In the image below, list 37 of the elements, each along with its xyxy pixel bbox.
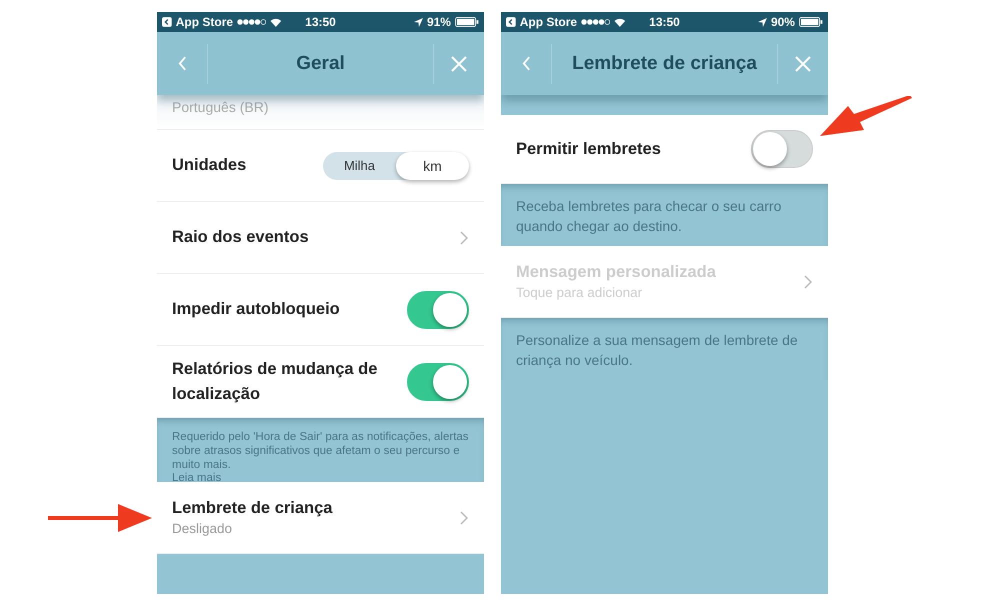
row-label: Permitir lembretes xyxy=(516,138,661,160)
segment-option[interactable]: Milha xyxy=(323,152,396,180)
battery-percent: 91% xyxy=(426,15,451,29)
screen-title: Geral xyxy=(295,52,346,74)
status-time: 13:50 xyxy=(305,15,336,29)
battery-icon xyxy=(798,17,823,27)
toggle-switch[interactable] xyxy=(407,362,469,400)
row-label: Impedir autobloqueio xyxy=(172,299,340,320)
location-icon xyxy=(758,18,767,26)
toggle-switch[interactable] xyxy=(407,290,469,328)
location-icon xyxy=(414,18,423,26)
wifi-icon xyxy=(614,18,626,26)
row-label: Relatórios de mudança de localização xyxy=(172,358,378,404)
back-app-label[interactable]: App Store xyxy=(176,15,234,29)
wifi-icon xyxy=(270,18,282,26)
back-app-label[interactable]: App Store xyxy=(520,15,578,29)
status-time: 13:50 xyxy=(649,15,680,29)
settings-row[interactable]: Lembrete de criança Desligado xyxy=(157,482,484,554)
segment-option[interactable]: km xyxy=(396,152,469,180)
chevron-icon xyxy=(460,230,468,244)
toggle-switch[interactable] xyxy=(751,130,813,168)
footer-note: Receba lembretes para checar o seu carro quando chegar ao destino. xyxy=(516,197,782,236)
battery-percent: 90% xyxy=(770,15,795,29)
row-label: Raio dos eventos xyxy=(172,228,309,247)
row-subtitle: Desligado xyxy=(172,521,234,536)
signal-icon xyxy=(237,19,266,25)
footer-note: Requerido pelo 'Hora de Sair' para as notificações, alertas sobre atrasos significativos que afetam o seu percurso e muito mais. xyxy=(172,430,469,472)
settings-row[interactable]: Raio dos eventos xyxy=(157,202,484,274)
chevron-icon xyxy=(804,274,812,288)
row-label: Lembrete de criança xyxy=(172,499,332,518)
battery-icon xyxy=(454,17,479,27)
row-label: Unidades xyxy=(172,156,246,175)
screen-title: Lembrete de criança xyxy=(571,52,758,74)
signal-icon xyxy=(581,19,610,25)
language-value: Português (BR) xyxy=(172,99,268,115)
chevron-icon xyxy=(460,510,468,524)
footer-note: Personalize a sua mensagem de lembrete de criança no veículo. xyxy=(516,331,799,370)
